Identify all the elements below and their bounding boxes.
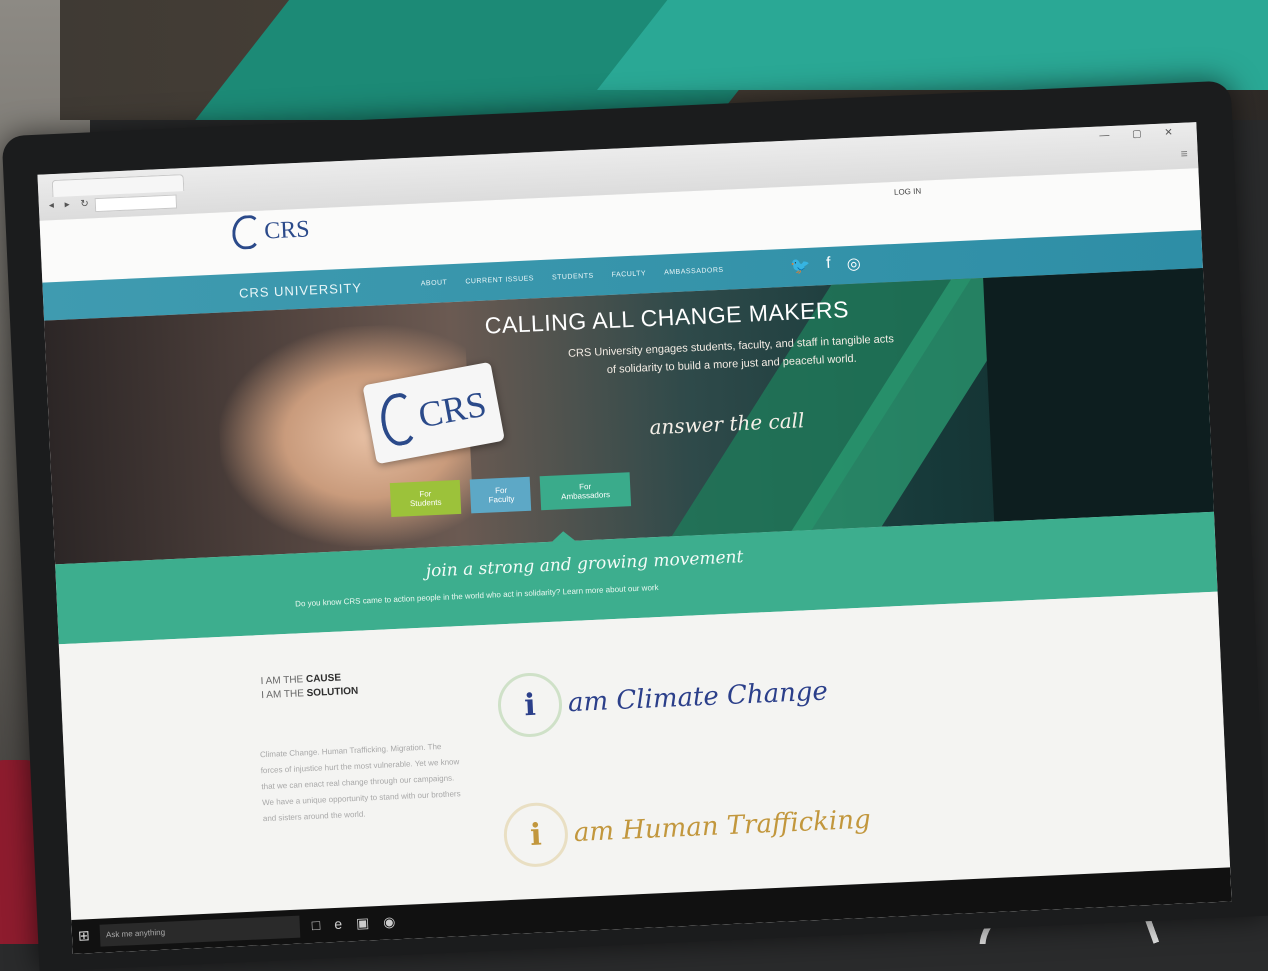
brand-name[interactable]: CRS UNIVERSITY <box>239 280 363 301</box>
faculty-button[interactable]: For Faculty <box>469 476 532 514</box>
nav-item-faculty[interactable]: Faculty <box>612 270 647 279</box>
site-logo[interactable]: CRS <box>231 212 311 250</box>
taskbar-icons: □ e ▣ ◉ <box>311 913 395 934</box>
explorer-icon[interactable]: ▣ <box>356 914 370 932</box>
taskbar-search[interactable]: Ask me anything <box>99 915 301 947</box>
screen: ◂ ▸ ↻ — ▢ ✕ ≡ CRS LOG IN CRS UNIVERSITY … <box>37 122 1232 954</box>
crs-logo-icon <box>376 390 420 449</box>
campaign-logo-ring: i <box>496 671 564 739</box>
start-button[interactable]: ⊞ <box>78 927 90 945</box>
cause-word: CAUSE <box>305 672 342 686</box>
solution-prefix: I AM THE <box>261 688 307 702</box>
window-controls[interactable]: — ▢ ✕ <box>1099 127 1183 142</box>
crs-logo-icon <box>231 214 262 250</box>
edge-icon[interactable]: e <box>334 916 343 933</box>
band-title: join a strong and growing movement <box>425 547 744 582</box>
address-bar[interactable] <box>94 194 178 213</box>
cause-line-2: I AM THE SOLUTION <box>261 685 359 703</box>
twitter-icon[interactable]: 🐦 <box>790 256 811 277</box>
students-button[interactable]: For Students <box>389 479 462 518</box>
ambassadors-button[interactable]: For Ambassadors <box>539 472 632 511</box>
task-view-icon[interactable]: □ <box>311 917 320 934</box>
instagram-icon[interactable]: ◎ <box>846 254 861 275</box>
monitor: ◂ ▸ ↻ — ▢ ✕ ≡ CRS LOG IN CRS UNIVERSITY … <box>1 80 1268 971</box>
cause-heading: I AM THE CAUSE I AM THE SOLUTION <box>260 671 358 703</box>
nav-item-about[interactable]: About <box>421 279 448 287</box>
social-links: 🐦 f ◎ <box>790 254 861 277</box>
campaign-initial: i <box>529 817 543 853</box>
solution-word: SOLUTION <box>306 685 359 700</box>
store-icon[interactable]: ◉ <box>383 913 396 931</box>
nav-item-students[interactable]: Students <box>552 273 594 282</box>
campaigns-body-text: Climate Change. Human Trafficking. Migra… <box>259 742 461 824</box>
band-subtitle[interactable]: Do you know CRS came to action people in… <box>295 583 659 608</box>
logo-text: CRS <box>263 215 311 245</box>
campaign-climate-change[interactable]: i am Climate Change <box>496 659 830 739</box>
menu-icon[interactable]: ≡ <box>1180 147 1188 161</box>
login-link[interactable]: LOG IN <box>894 187 922 197</box>
campaign-logo-ring: i <box>502 801 570 869</box>
teal-graphic <box>597 0 1268 90</box>
nav-menu: About Current Issues Students Faculty Am… <box>421 267 724 288</box>
facebook-icon[interactable]: f <box>826 255 831 275</box>
nav-item-ambassadors[interactable]: Ambassadors <box>664 267 724 277</box>
campaign-name: am Climate Change <box>567 676 829 719</box>
campaign-initial: i <box>523 687 537 723</box>
campaign-human-trafficking[interactable]: i am Human Trafficking <box>502 788 872 869</box>
card-logo-text: CRS <box>415 383 490 436</box>
browser-tab[interactable] <box>51 174 185 198</box>
cause-prefix: I AM THE <box>260 674 307 688</box>
hero-title: CALLING ALL CHANGE MAKERS <box>484 296 850 339</box>
campaign-name: am Human Trafficking <box>573 804 872 849</box>
nav-item-current-issues[interactable]: Current Issues <box>465 275 534 285</box>
browser-nav-buttons[interactable]: ◂ ▸ ↻ <box>49 198 93 211</box>
hero-dark-panel <box>983 267 1214 522</box>
